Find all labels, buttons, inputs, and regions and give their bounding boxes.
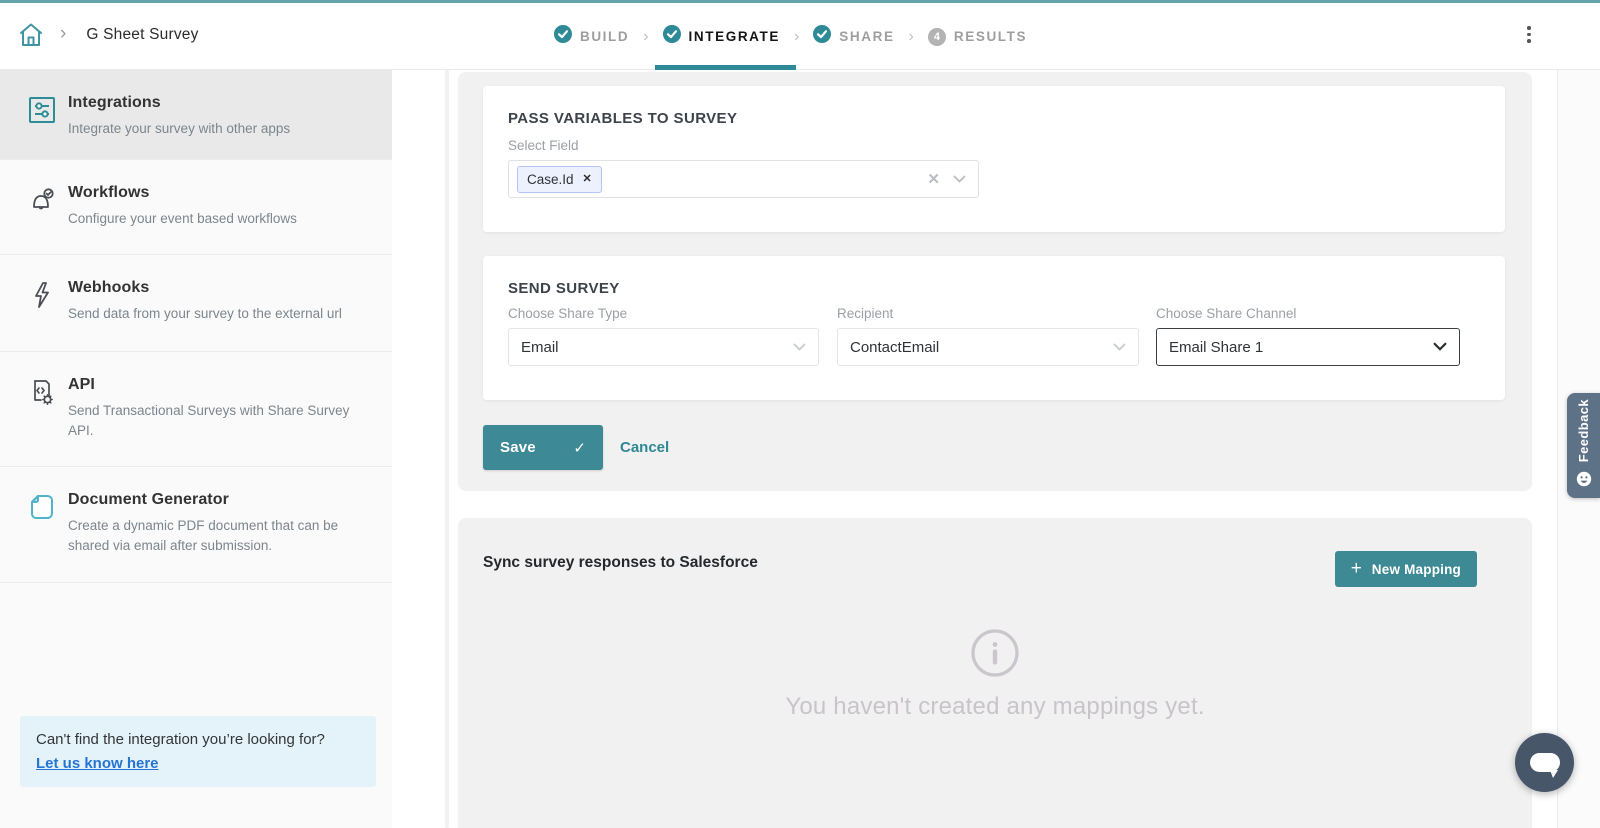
step-label: RESULTS	[954, 29, 1027, 44]
sidebar-item-integrations[interactable]: Integrations Integrate your survey with …	[0, 70, 392, 160]
integration-request-note: Can't find the integration you’re lookin…	[20, 716, 376, 787]
chip-label: Case.Id	[527, 172, 574, 187]
chevron-down-icon[interactable]	[953, 170, 966, 188]
sidebar-item-title: Integrations	[68, 94, 356, 112]
step-number-badge: 4	[928, 28, 946, 46]
sidebar-item-api[interactable]: API Send Transactional Surveys with Shar…	[0, 352, 392, 467]
content-scrollbar[interactable]	[445, 70, 449, 828]
plus-icon: +	[1351, 559, 1362, 578]
sidebar-item-webhooks[interactable]: Webhooks Send data from your survey to t…	[0, 255, 392, 352]
right-gutter-divider	[1557, 70, 1558, 828]
sidebar-item-subtitle: Send data from your survey to the extern…	[68, 304, 356, 324]
chevron-right-icon: ›	[60, 24, 66, 43]
sidebar-item-subtitle: Integrate your survey with other apps	[68, 119, 356, 139]
chevron-right-icon: ›	[794, 28, 799, 46]
selected-field-chip: Case.Id ✕	[517, 166, 602, 193]
empty-mappings-state: You haven't created any mappings yet.	[458, 628, 1532, 721]
send-survey-heading: SEND SURVEY	[508, 280, 620, 297]
chevron-down-icon	[1113, 338, 1126, 356]
lightning-icon	[26, 279, 58, 311]
share-channel-value: Email Share 1	[1169, 339, 1263, 356]
active-step-underline	[655, 65, 796, 70]
code-gear-icon	[26, 376, 58, 408]
sidebar-item-subtitle: Create a dynamic PDF document that can b…	[68, 516, 356, 555]
top-accent-bar	[0, 0, 1600, 3]
chevron-down-icon	[1433, 338, 1447, 356]
empty-mappings-message: You haven't created any mappings yet.	[458, 693, 1532, 721]
pass-variables-heading: PASS VARIABLES TO SURVEY	[508, 110, 737, 127]
let-us-know-link[interactable]: Let us know here	[36, 755, 159, 772]
sidebar-item-title: API	[68, 376, 356, 394]
step-label: INTEGRATE	[689, 29, 780, 44]
document-icon	[26, 491, 58, 523]
sliders-icon	[26, 94, 58, 126]
pass-variables-card: PASS VARIABLES TO SURVEY Select Field Ca…	[483, 86, 1505, 232]
send-survey-card: SEND SURVEY Choose Share Type Email Reci…	[483, 256, 1505, 400]
smiley-icon	[1576, 471, 1592, 492]
sidebar-item-title: Workflows	[68, 184, 356, 202]
cancel-button[interactable]: Cancel	[620, 425, 669, 470]
chevron-down-icon	[793, 338, 806, 356]
share-channel-label: Choose Share Channel	[1156, 306, 1460, 321]
check-icon: ✓	[573, 439, 586, 457]
step-integrate[interactable]: INTEGRATE	[663, 3, 780, 70]
save-button[interactable]: Save ✓	[483, 425, 603, 470]
more-options-icon[interactable]	[1522, 26, 1536, 46]
share-channel-field: Choose Share Channel Email Share 1	[1156, 306, 1460, 321]
share-type-label: Choose Share Type	[508, 306, 819, 321]
note-text: Can't find the integration you’re lookin…	[36, 731, 360, 748]
info-icon	[970, 628, 1020, 683]
sidebar-item-workflows[interactable]: Workflows Configure your event based wor…	[0, 160, 392, 255]
recipient-field: Recipient ContactEmail	[837, 306, 1139, 321]
step-results[interactable]: 4 RESULTS	[928, 3, 1027, 70]
remove-chip-icon[interactable]: ✕	[583, 174, 592, 185]
sidebar-item-title: Document Generator	[68, 491, 356, 509]
progress-stepper: BUILD › INTEGRATE › SHARE › 4 RESULTS	[554, 3, 1027, 70]
chevron-right-icon: ›	[643, 28, 648, 46]
check-circle-icon	[813, 25, 831, 48]
share-channel-select[interactable]: Email Share 1	[1156, 328, 1460, 366]
select-field-label: Select Field	[508, 138, 579, 153]
chat-widget-button[interactable]	[1515, 733, 1574, 792]
check-circle-icon	[554, 25, 572, 48]
salesforce-share-settings-panel: PASS VARIABLES TO SURVEY Select Field Ca…	[458, 72, 1532, 491]
new-mapping-button[interactable]: + New Mapping	[1335, 551, 1477, 587]
salesforce-mapping-panel: Sync survey responses to Salesforce + Ne…	[458, 518, 1532, 828]
integrations-sidebar: Integrations Integrate your survey with …	[0, 70, 392, 828]
top-header: › G Sheet Survey BUILD › INTEGRATE ›	[0, 0, 1600, 70]
breadcrumb: › G Sheet Survey	[16, 0, 199, 70]
check-circle-icon	[663, 25, 681, 48]
sidebar-item-title: Webhooks	[68, 279, 356, 297]
bell-check-icon	[26, 184, 58, 216]
share-type-select[interactable]: Email	[508, 328, 819, 366]
sidebar-item-subtitle: Configure your event based workflows	[68, 209, 356, 229]
share-type-field: Choose Share Type Email	[508, 306, 819, 321]
recipient-value: ContactEmail	[850, 339, 939, 356]
step-build[interactable]: BUILD	[554, 3, 629, 70]
home-icon[interactable]	[16, 20, 46, 50]
step-label: SHARE	[839, 29, 894, 44]
step-label: BUILD	[580, 29, 629, 44]
chevron-right-icon: ›	[909, 28, 914, 46]
sidebar-item-document-generator[interactable]: Document Generator Create a dynamic PDF …	[0, 467, 392, 583]
sidebar-item-subtitle: Send Transactional Surveys with Share Su…	[68, 401, 356, 440]
clear-all-icon[interactable]: ✕	[927, 172, 940, 187]
survey-title: G Sheet Survey	[86, 26, 198, 44]
feedback-tab[interactable]: Feedback	[1567, 393, 1600, 498]
share-type-value: Email	[521, 339, 559, 356]
recipient-label: Recipient	[837, 306, 1139, 321]
app-window: › G Sheet Survey BUILD › INTEGRATE ›	[0, 0, 1600, 828]
select-field-multiselect[interactable]: Case.Id ✕ ✕	[508, 160, 979, 198]
recipient-select[interactable]: ContactEmail	[837, 328, 1139, 366]
sync-responses-title: Sync survey responses to Salesforce	[483, 554, 758, 572]
feedback-label: Feedback	[1576, 399, 1591, 462]
step-share[interactable]: SHARE	[813, 3, 894, 70]
